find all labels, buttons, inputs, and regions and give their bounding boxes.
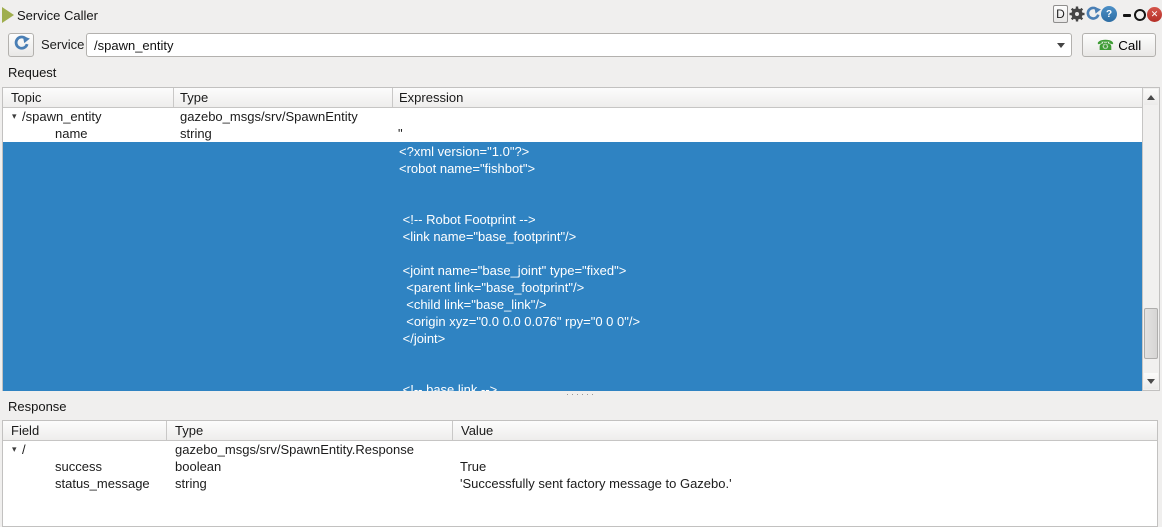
call-button[interactable]: ☎ Call: [1082, 33, 1156, 57]
service-caller-window: Service Caller D ? ✕: [0, 0, 1162, 527]
scrollbar-down-button[interactable]: [1144, 373, 1158, 389]
request-field-name: name: [3, 125, 174, 142]
response-header-field[interactable]: Field: [3, 421, 167, 440]
call-button-label: Call: [1118, 38, 1141, 53]
chevron-down-icon: [1057, 43, 1065, 48]
expand-arrow-icon[interactable]: ▾: [3, 108, 22, 125]
request-tree-table: Topic Type Expression ▾/spawn_entity gaz…: [2, 87, 1160, 391]
service-combobox[interactable]: /spawn_entity: [86, 33, 1072, 57]
request-topic: /spawn_entity: [22, 109, 102, 124]
response-value: 'Successfully sent factory message to Ga…: [453, 475, 1157, 492]
response-type: boolean: [167, 458, 453, 475]
reload-plugin-icon[interactable]: [1085, 5, 1101, 22]
expand-arrow-icon[interactable]: ▾: [3, 441, 22, 458]
request-header-type[interactable]: Type: [174, 88, 393, 107]
request-row-name[interactable]: name string ": [3, 125, 1159, 142]
response-header-type[interactable]: Type: [167, 421, 453, 440]
plugin-title-bar: Service Caller D ? ✕: [0, 0, 1162, 30]
help-icon[interactable]: ?: [1101, 6, 1117, 22]
request-field-type: string: [174, 125, 393, 142]
request-header-topic[interactable]: Topic: [3, 88, 174, 107]
plugin-title: Service Caller: [17, 8, 98, 23]
response-field: status_message: [3, 475, 167, 492]
splitter-handle[interactable]: ······: [0, 391, 1162, 398]
response-type: gazebo_msgs/srv/SpawnEntity.Response: [167, 441, 453, 458]
scrollbar-thumb[interactable]: [1144, 308, 1158, 359]
close-icon[interactable]: ✕: [1147, 7, 1162, 22]
request-row-spawn-entity[interactable]: ▾/spawn_entity gazebo_msgs/srv/SpawnEnti…: [3, 108, 1159, 125]
selected-expression-cell[interactable]: <?xml version="1.0"?> <robot name="fishb…: [3, 142, 1142, 391]
response-type: string: [167, 475, 453, 492]
request-header-expression[interactable]: Expression: [393, 88, 1159, 107]
plugin-triangle-icon: [2, 7, 14, 23]
response-value: [453, 441, 1157, 458]
scroll-up-icon: [1147, 95, 1155, 100]
response-row-success[interactable]: success boolean True: [3, 458, 1157, 475]
float-window-icon[interactable]: [1134, 9, 1146, 21]
response-table-header: Field Type Value: [3, 421, 1157, 441]
scrollbar-up-button[interactable]: [1144, 89, 1158, 105]
request-section-label: Request: [8, 65, 56, 80]
response-tree-table: Field Type Value ▾/ gazebo_msgs/srv/Spaw…: [2, 420, 1158, 527]
request-expression-cell[interactable]: ": [393, 125, 1159, 142]
response-value: True: [453, 458, 1157, 475]
response-row-root[interactable]: ▾/ gazebo_msgs/srv/SpawnEntity.Response: [3, 441, 1157, 458]
response-field: /: [22, 442, 26, 457]
phone-icon: ☎: [1097, 38, 1114, 52]
dock-button[interactable]: D: [1053, 5, 1068, 23]
request-expression-cell[interactable]: [393, 108, 1159, 125]
response-section-label: Response: [8, 399, 67, 414]
request-type: gazebo_msgs/srv/SpawnEntity: [174, 108, 393, 125]
scroll-down-icon: [1147, 379, 1155, 384]
service-combobox-value: /spawn_entity: [94, 38, 174, 53]
settings-gear-icon[interactable]: [1069, 6, 1085, 22]
request-vertical-scrollbar[interactable]: [1142, 88, 1159, 390]
splitter-dots-icon: ······: [566, 392, 596, 397]
expression-xml-value: <?xml version="1.0"?> <robot name="fishb…: [399, 143, 640, 391]
response-header-value[interactable]: Value: [453, 421, 1157, 440]
minimize-icon[interactable]: [1123, 14, 1131, 17]
service-label: Service: [41, 37, 84, 52]
refresh-services-button[interactable]: [8, 33, 34, 57]
response-row-status-message[interactable]: status_message string 'Successfully sent…: [3, 475, 1157, 492]
response-field: success: [3, 458, 167, 475]
service-toolbar: Service /spawn_entity ☎ Call: [0, 30, 1162, 60]
refresh-icon: [13, 35, 30, 55]
request-table-header: Topic Type Expression: [3, 88, 1159, 108]
